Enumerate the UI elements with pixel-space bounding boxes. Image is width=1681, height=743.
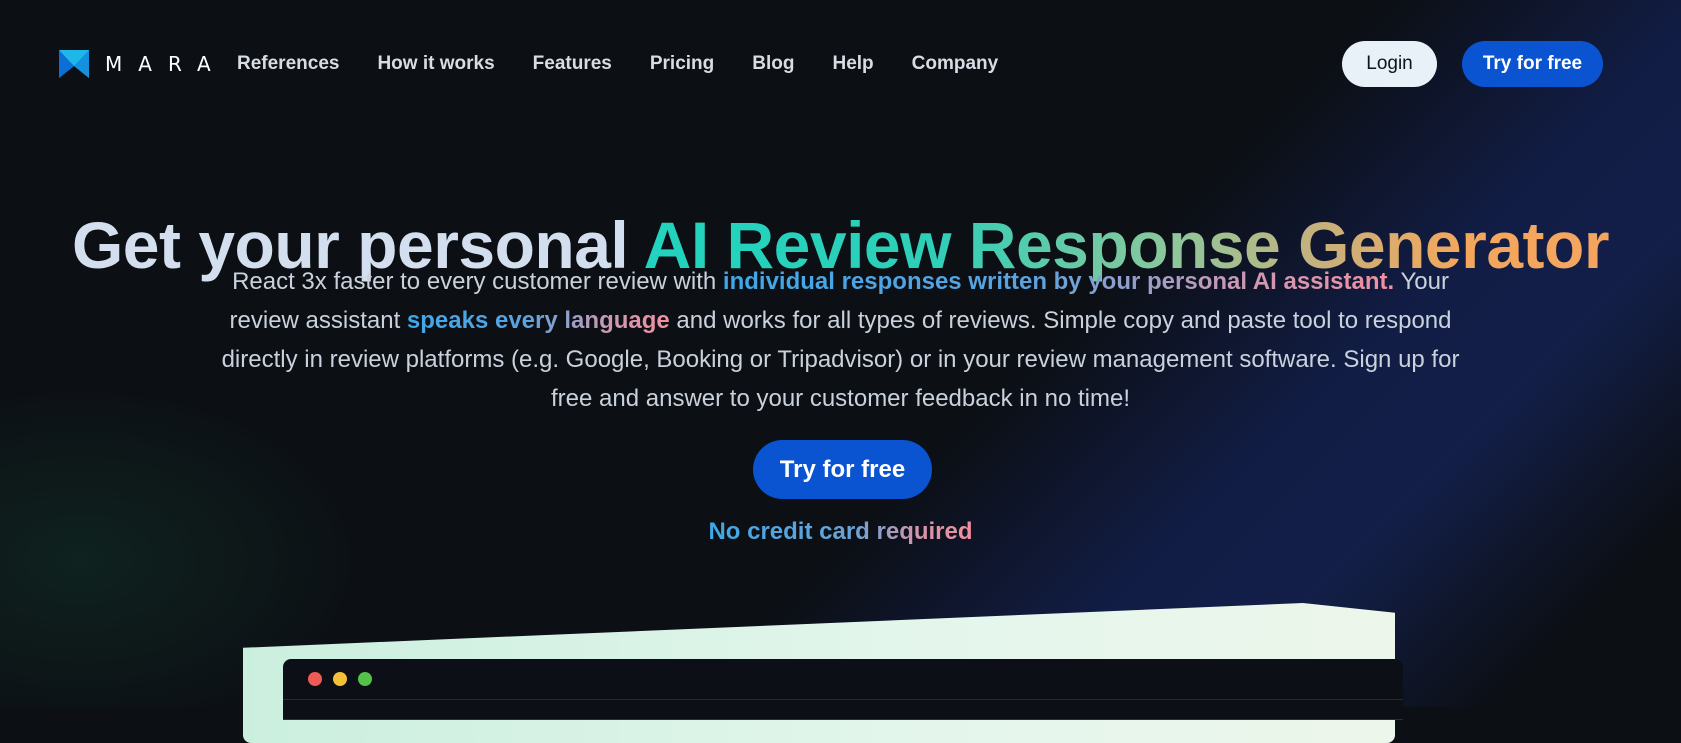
maximize-dot-icon — [358, 672, 372, 686]
try-for-free-hero-button[interactable]: Try for free — [753, 440, 932, 499]
hero-description: React 3x faster to every customer review… — [200, 262, 1481, 418]
close-dot-icon — [308, 672, 322, 686]
nav-link-features[interactable]: Features — [533, 53, 612, 75]
hero-description-part-1: React 3x faster to every customer review… — [232, 268, 723, 295]
window-titlebar-divider — [283, 699, 1403, 700]
no-credit-card-text: No credit card required — [708, 518, 973, 545]
nav-link-how-it-works[interactable]: How it works — [377, 53, 494, 75]
hero-highlight-ai-assistant: individual responses written by your per… — [722, 268, 1395, 295]
brand-name: MARA — [105, 52, 227, 76]
brand-logo[interactable]: MARA — [57, 48, 227, 80]
login-button[interactable]: Login — [1342, 41, 1437, 87]
nav-link-company[interactable]: Company — [912, 53, 999, 75]
nav-link-pricing[interactable]: Pricing — [650, 53, 714, 75]
mara-logo-icon — [59, 50, 89, 78]
top-navigation: MARA References How it works Features Pr… — [0, 0, 1681, 130]
no-credit-card-note: No credit card required — [0, 518, 1681, 546]
minimize-dot-icon — [333, 672, 347, 686]
nav-link-references[interactable]: References — [237, 53, 339, 75]
hero-highlight-languages: speaks every language — [406, 307, 670, 334]
window-controls — [308, 672, 372, 686]
nav-link-blog[interactable]: Blog — [752, 53, 794, 75]
try-for-free-nav-button[interactable]: Try for free — [1462, 41, 1603, 87]
nav-link-help[interactable]: Help — [832, 53, 873, 75]
app-preview-window — [283, 659, 1403, 720]
nav-links: References How it works Features Pricing… — [237, 53, 1036, 75]
